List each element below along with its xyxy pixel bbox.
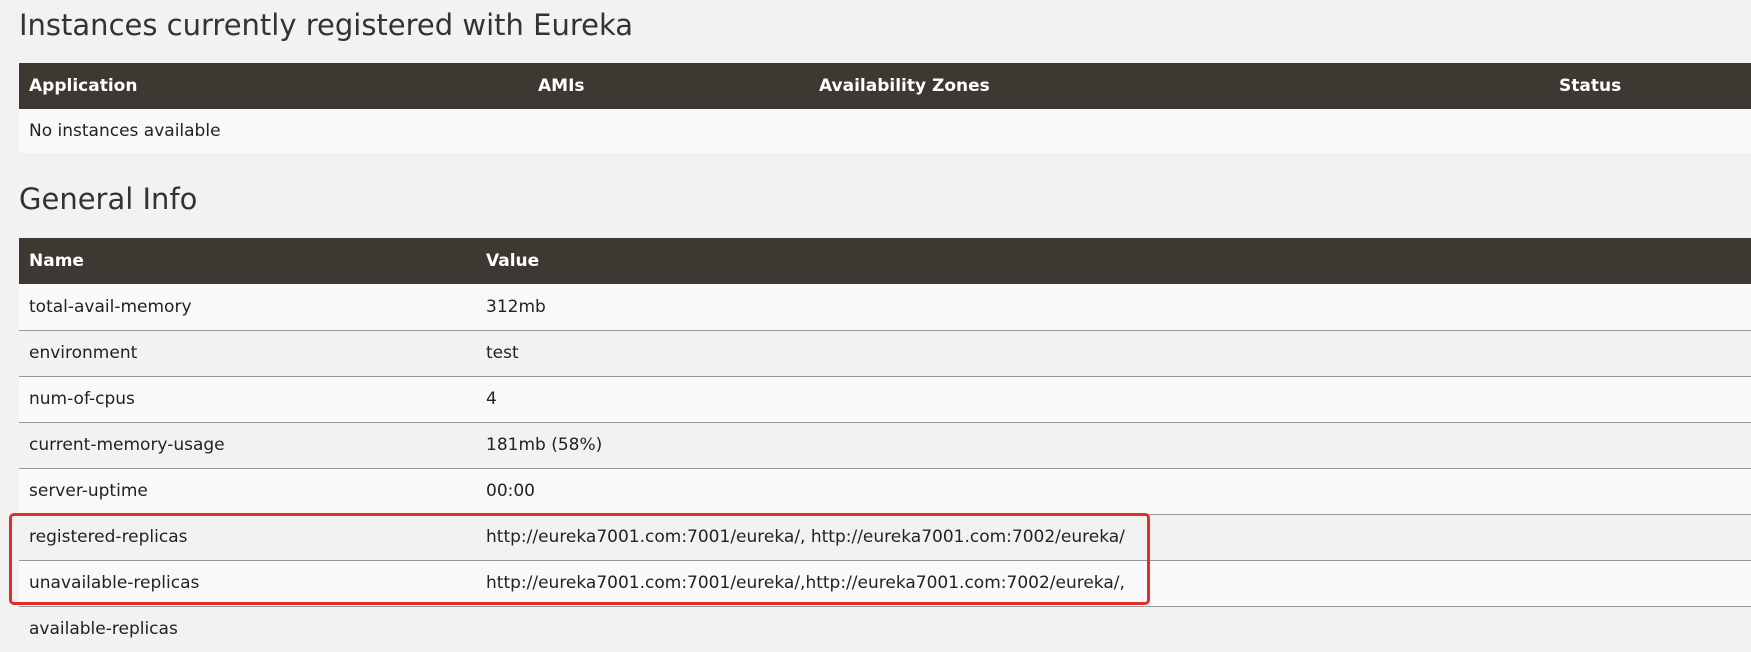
eureka-dashboard: Instances currently registered with Eure…: [19, 0, 1751, 652]
info-value-available-replicas: [476, 606, 1751, 652]
table-row: No instances available: [19, 109, 1751, 153]
column-header-availability-zones: Availability Zones: [819, 76, 990, 96]
info-value-server-uptime: 00:00: [476, 468, 1751, 515]
info-value-unavailable-replicas: http://eureka7001.com:7001/eureka/,http:…: [476, 560, 1751, 607]
table-row: registered-replicas http://eureka7001.co…: [19, 514, 1751, 561]
info-name-num-of-cpus: num-of-cpus: [19, 376, 476, 423]
general-info-table: Name Value total-avail-memory 312mb envi…: [19, 238, 1751, 652]
info-value-total-avail-memory: 312mb: [476, 284, 1751, 331]
column-header-status: Status: [1559, 76, 1622, 96]
general-info-table-header: Name Value: [19, 238, 1751, 284]
info-value-current-memory-usage: 181mb (58%): [476, 422, 1751, 469]
info-name-environment: environment: [19, 330, 476, 377]
table-row: server-uptime 00:00: [19, 468, 1751, 515]
info-value-num-of-cpus: 4: [476, 376, 1751, 423]
column-header-name: Name: [29, 251, 84, 271]
instances-table-header: Application AMIs Availability Zones Stat…: [19, 63, 1751, 109]
info-name-unavailable-replicas: unavailable-replicas: [19, 560, 476, 607]
info-value-registered-replicas: http://eureka7001.com:7001/eureka/, http…: [476, 514, 1751, 561]
general-info-section-title: General Info: [19, 182, 198, 216]
info-name-registered-replicas: registered-replicas: [19, 514, 476, 561]
column-header-value: Value: [486, 251, 540, 271]
column-header-application: Application: [29, 76, 138, 96]
info-value-environment: test: [476, 330, 1751, 377]
table-row: current-memory-usage 181mb (58%): [19, 422, 1751, 469]
instances-table: Application AMIs Availability Zones Stat…: [19, 63, 1751, 153]
info-name-server-uptime: server-uptime: [19, 468, 476, 515]
table-row: unavailable-replicas http://eureka7001.c…: [19, 560, 1751, 607]
info-name-current-memory-usage: current-memory-usage: [19, 422, 476, 469]
column-header-amis: AMIs: [538, 76, 585, 96]
instances-section-title: Instances currently registered with Eure…: [19, 8, 634, 42]
info-name-available-replicas: available-replicas: [29, 619, 178, 640]
table-row: total-avail-memory 312mb: [19, 284, 1751, 331]
no-instances-message: No instances available: [19, 109, 1751, 153]
table-row: environment test: [19, 330, 1751, 377]
table-row: available-replicas: [19, 606, 1751, 652]
table-row: num-of-cpus 4: [19, 376, 1751, 423]
info-name-total-avail-memory: total-avail-memory: [19, 284, 476, 331]
